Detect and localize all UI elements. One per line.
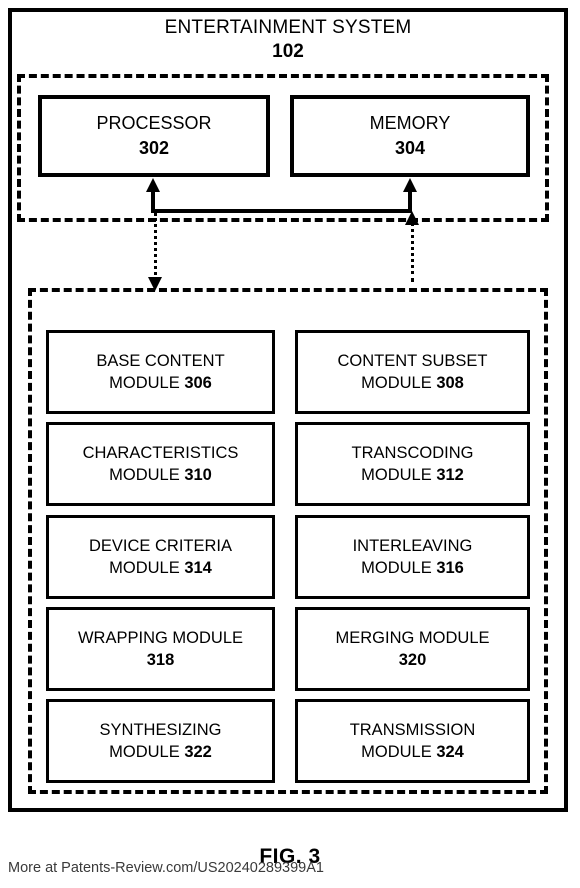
page-title: ENTERTAINMENT SYSTEM xyxy=(164,17,412,38)
watermark-text: More at Patents-Review.com/US20240289399… xyxy=(8,860,324,876)
module-reference: 316 xyxy=(436,559,464,577)
hardware-inbound-arrowhead-icon xyxy=(405,211,419,225)
module-reference: 306 xyxy=(184,374,212,392)
module-label-line2: MODULE 322 xyxy=(109,741,212,763)
memory-box: MEMORY 304 xyxy=(290,95,530,177)
memory-bus-riser xyxy=(408,190,412,213)
module-label-line2: 318 xyxy=(147,649,175,671)
module-reference: 320 xyxy=(398,651,427,669)
module-label-line2: MODULE 306 xyxy=(109,372,212,394)
module-label-line1: MERGING MODULE xyxy=(335,629,490,647)
page-title-reference: 102 xyxy=(272,41,304,62)
module-box-merging: MERGING MODULE 320 xyxy=(295,607,530,691)
module-label-line2-text: MODULE xyxy=(361,559,437,577)
processor-arrowhead-icon xyxy=(146,178,160,192)
module-box-base-content: BASE CONTENT MODULE 306 xyxy=(46,330,275,414)
patent-figure: ENTERTAINMENT SYSTEM 102 PROCESSOR 302 M… xyxy=(0,0,580,888)
module-label-line2: MODULE 312 xyxy=(361,464,464,486)
processor-box: PROCESSOR 302 xyxy=(38,95,270,177)
module-box-interleaving: INTERLEAVING MODULE 316 xyxy=(295,515,530,599)
processor-label: PROCESSOR xyxy=(96,113,212,133)
module-label-line2-text: MODULE xyxy=(109,374,185,392)
modules-to-hardware-dotted-line-right xyxy=(411,222,414,282)
memory-arrowhead-icon xyxy=(403,178,417,192)
module-label-line1: WRAPPING MODULE xyxy=(77,629,244,647)
module-label-line1: TRANSMISSION xyxy=(349,721,476,739)
module-label-line2: MODULE 308 xyxy=(361,372,464,394)
processor-reference: 302 xyxy=(138,138,170,158)
module-box-device-criteria: DEVICE CRITERIA MODULE 314 xyxy=(46,515,275,599)
module-label-line1: INTERLEAVING xyxy=(352,537,473,555)
module-label-line2-text: MODULE xyxy=(109,743,185,761)
module-box-transcoding: TRANSCODING MODULE 312 xyxy=(295,422,530,506)
module-label-line2: MODULE 314 xyxy=(109,557,212,579)
module-label-line2-text: MODULE xyxy=(109,559,185,577)
module-reference: 312 xyxy=(436,466,464,484)
module-label-line2-text: MODULE xyxy=(361,466,437,484)
module-label-line2: MODULE 324 xyxy=(361,741,464,763)
module-label-line1: CHARACTERISTICS xyxy=(82,444,239,462)
module-label-line1: CONTENT SUBSET xyxy=(337,352,488,370)
processor-memory-bus-line xyxy=(151,209,412,213)
module-label-line2-text: MODULE xyxy=(109,466,185,484)
hardware-to-modules-dotted-line-left xyxy=(154,213,157,281)
module-box-wrapping: WRAPPING MODULE 318 xyxy=(46,607,275,691)
module-label-line1: DEVICE CRITERIA xyxy=(88,537,233,555)
module-box-content-subset: CONTENT SUBSET MODULE 308 xyxy=(295,330,530,414)
module-box-characteristics: CHARACTERISTICS MODULE 310 xyxy=(46,422,275,506)
module-reference: 324 xyxy=(436,743,464,761)
processor-bus-riser xyxy=(151,190,155,213)
module-box-transmission: TRANSMISSION MODULE 324 xyxy=(295,699,530,783)
module-reference: 318 xyxy=(146,651,175,669)
module-reference: 322 xyxy=(184,743,212,761)
module-label-line1: SYNTHESIZING xyxy=(99,721,222,739)
memory-label: MEMORY xyxy=(369,113,451,133)
module-label-line1: TRANSCODING xyxy=(351,444,474,462)
module-box-synthesizing: SYNTHESIZING MODULE 322 xyxy=(46,699,275,783)
module-label-line2-text: MODULE xyxy=(361,374,437,392)
memory-reference: 304 xyxy=(394,138,426,158)
module-label-line2-text: MODULE xyxy=(361,743,437,761)
module-label-line2: 320 xyxy=(399,649,427,671)
module-reference: 308 xyxy=(436,374,464,392)
module-reference: 314 xyxy=(184,559,212,577)
module-label-line2: MODULE 316 xyxy=(361,557,464,579)
module-reference: 310 xyxy=(184,466,212,484)
module-label-line2: MODULE 310 xyxy=(109,464,212,486)
module-label-line1: BASE CONTENT xyxy=(96,352,225,370)
